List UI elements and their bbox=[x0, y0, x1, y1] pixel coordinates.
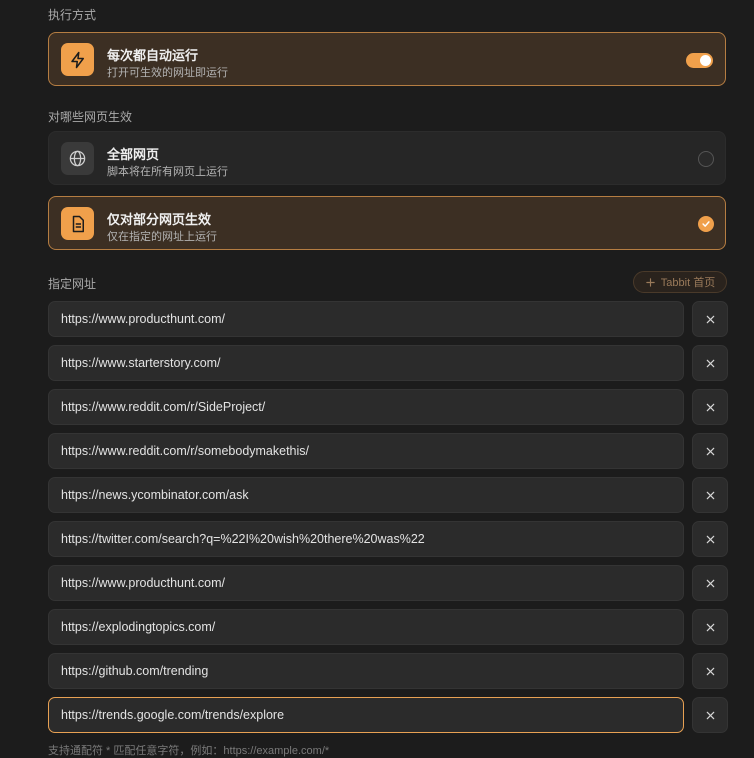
url-input[interactable]: https://twitter.com/search?q=%22I%20wish… bbox=[48, 521, 684, 557]
add-url-button[interactable]: Tabbit 首页 bbox=[633, 271, 727, 293]
auto-run-subtitle: 打开可生效的网址即运行 bbox=[107, 67, 228, 79]
remove-url-button[interactable] bbox=[692, 301, 728, 337]
remove-url-button[interactable] bbox=[692, 477, 728, 513]
close-icon bbox=[706, 579, 714, 587]
url-input[interactable]: https://www.starterstory.com/ bbox=[48, 345, 684, 381]
url-row: https://github.com/trending bbox=[48, 653, 728, 689]
url-input[interactable]: https://news.ycombinator.com/ask bbox=[48, 477, 684, 513]
url-row: https://explodingtopics.com/ bbox=[48, 609, 728, 645]
urls-section-label: 指定网址 bbox=[48, 277, 97, 291]
url-row: https://trends.google.com/trends/explore bbox=[48, 697, 728, 733]
scope-section-label: 对哪些网页生效 bbox=[48, 110, 133, 124]
close-icon bbox=[706, 447, 714, 455]
remove-url-button[interactable] bbox=[692, 565, 728, 601]
scope-option-subtitle: 仅在指定的网址上运行 bbox=[107, 231, 217, 243]
close-icon bbox=[706, 667, 714, 675]
close-icon bbox=[706, 403, 714, 411]
url-input[interactable]: https://explodingtopics.com/ bbox=[48, 609, 684, 645]
url-row: https://www.reddit.com/r/SideProject/ bbox=[48, 389, 728, 425]
url-row: https://news.ycombinator.com/ask bbox=[48, 477, 728, 513]
url-input[interactable]: https://trends.google.com/trends/explore bbox=[48, 697, 684, 733]
url-row: https://twitter.com/search?q=%22I%20wish… bbox=[48, 521, 728, 557]
close-icon bbox=[706, 491, 714, 499]
execution-section-label: 执行方式 bbox=[48, 8, 97, 22]
remove-url-button[interactable] bbox=[692, 697, 728, 733]
check-icon bbox=[702, 221, 710, 227]
scope-option-subtitle: 脚本将在所有网页上运行 bbox=[107, 166, 228, 178]
url-row: https://www.producthunt.com/ bbox=[48, 565, 728, 601]
url-row: https://www.producthunt.com/ bbox=[48, 301, 728, 337]
url-input[interactable]: https://github.com/trending bbox=[48, 653, 684, 689]
remove-url-button[interactable] bbox=[692, 345, 728, 381]
close-icon bbox=[706, 711, 714, 719]
radio-selected[interactable] bbox=[698, 216, 714, 232]
url-input[interactable]: https://www.producthunt.com/ bbox=[48, 565, 684, 601]
close-icon bbox=[706, 623, 714, 631]
close-icon bbox=[706, 535, 714, 543]
url-row: https://www.starterstory.com/ bbox=[48, 345, 728, 381]
lightning-icon bbox=[61, 43, 94, 76]
auto-run-title: 每次都自动运行 bbox=[107, 48, 199, 63]
remove-url-button[interactable] bbox=[692, 521, 728, 557]
remove-url-button[interactable] bbox=[692, 389, 728, 425]
auto-run-toggle[interactable] bbox=[686, 53, 713, 68]
script-settings-panel: 执行方式 每次都自动运行 打开可生效的网址即运行 对哪些网页生效 全部网页 脚本… bbox=[0, 0, 754, 758]
remove-url-button[interactable] bbox=[692, 653, 728, 689]
plus-icon bbox=[646, 277, 655, 287]
url-row: https://www.reddit.com/r/somebodymakethi… bbox=[48, 433, 728, 469]
remove-url-button[interactable] bbox=[692, 609, 728, 645]
scope-option-title: 仅对部分网页生效 bbox=[107, 212, 212, 227]
add-url-button-label: Tabbit 首页 bbox=[660, 277, 716, 289]
url-input[interactable]: https://www.producthunt.com/ bbox=[48, 301, 684, 337]
close-icon bbox=[706, 359, 714, 367]
toggle-knob bbox=[700, 55, 711, 66]
wildcard-hint: 支持通配符 * 匹配任意字符，例如：https://example.com/* bbox=[48, 745, 330, 757]
globe-icon bbox=[61, 142, 94, 175]
url-input[interactable]: https://www.reddit.com/r/somebodymakethi… bbox=[48, 433, 684, 469]
remove-url-button[interactable] bbox=[692, 433, 728, 469]
auto-run-card[interactable]: 每次都自动运行 打开可生效的网址即运行 bbox=[48, 32, 726, 86]
scope-option-title: 全部网页 bbox=[107, 147, 160, 162]
url-input[interactable]: https://www.reddit.com/r/SideProject/ bbox=[48, 389, 684, 425]
document-icon bbox=[61, 207, 94, 240]
radio-unselected[interactable] bbox=[698, 151, 714, 167]
scope-option-all-pages[interactable]: 全部网页 脚本将在所有网页上运行 bbox=[48, 131, 726, 185]
close-icon bbox=[706, 315, 714, 323]
scope-option-specific-pages[interactable]: 仅对部分网页生效 仅在指定的网址上运行 bbox=[48, 196, 726, 250]
